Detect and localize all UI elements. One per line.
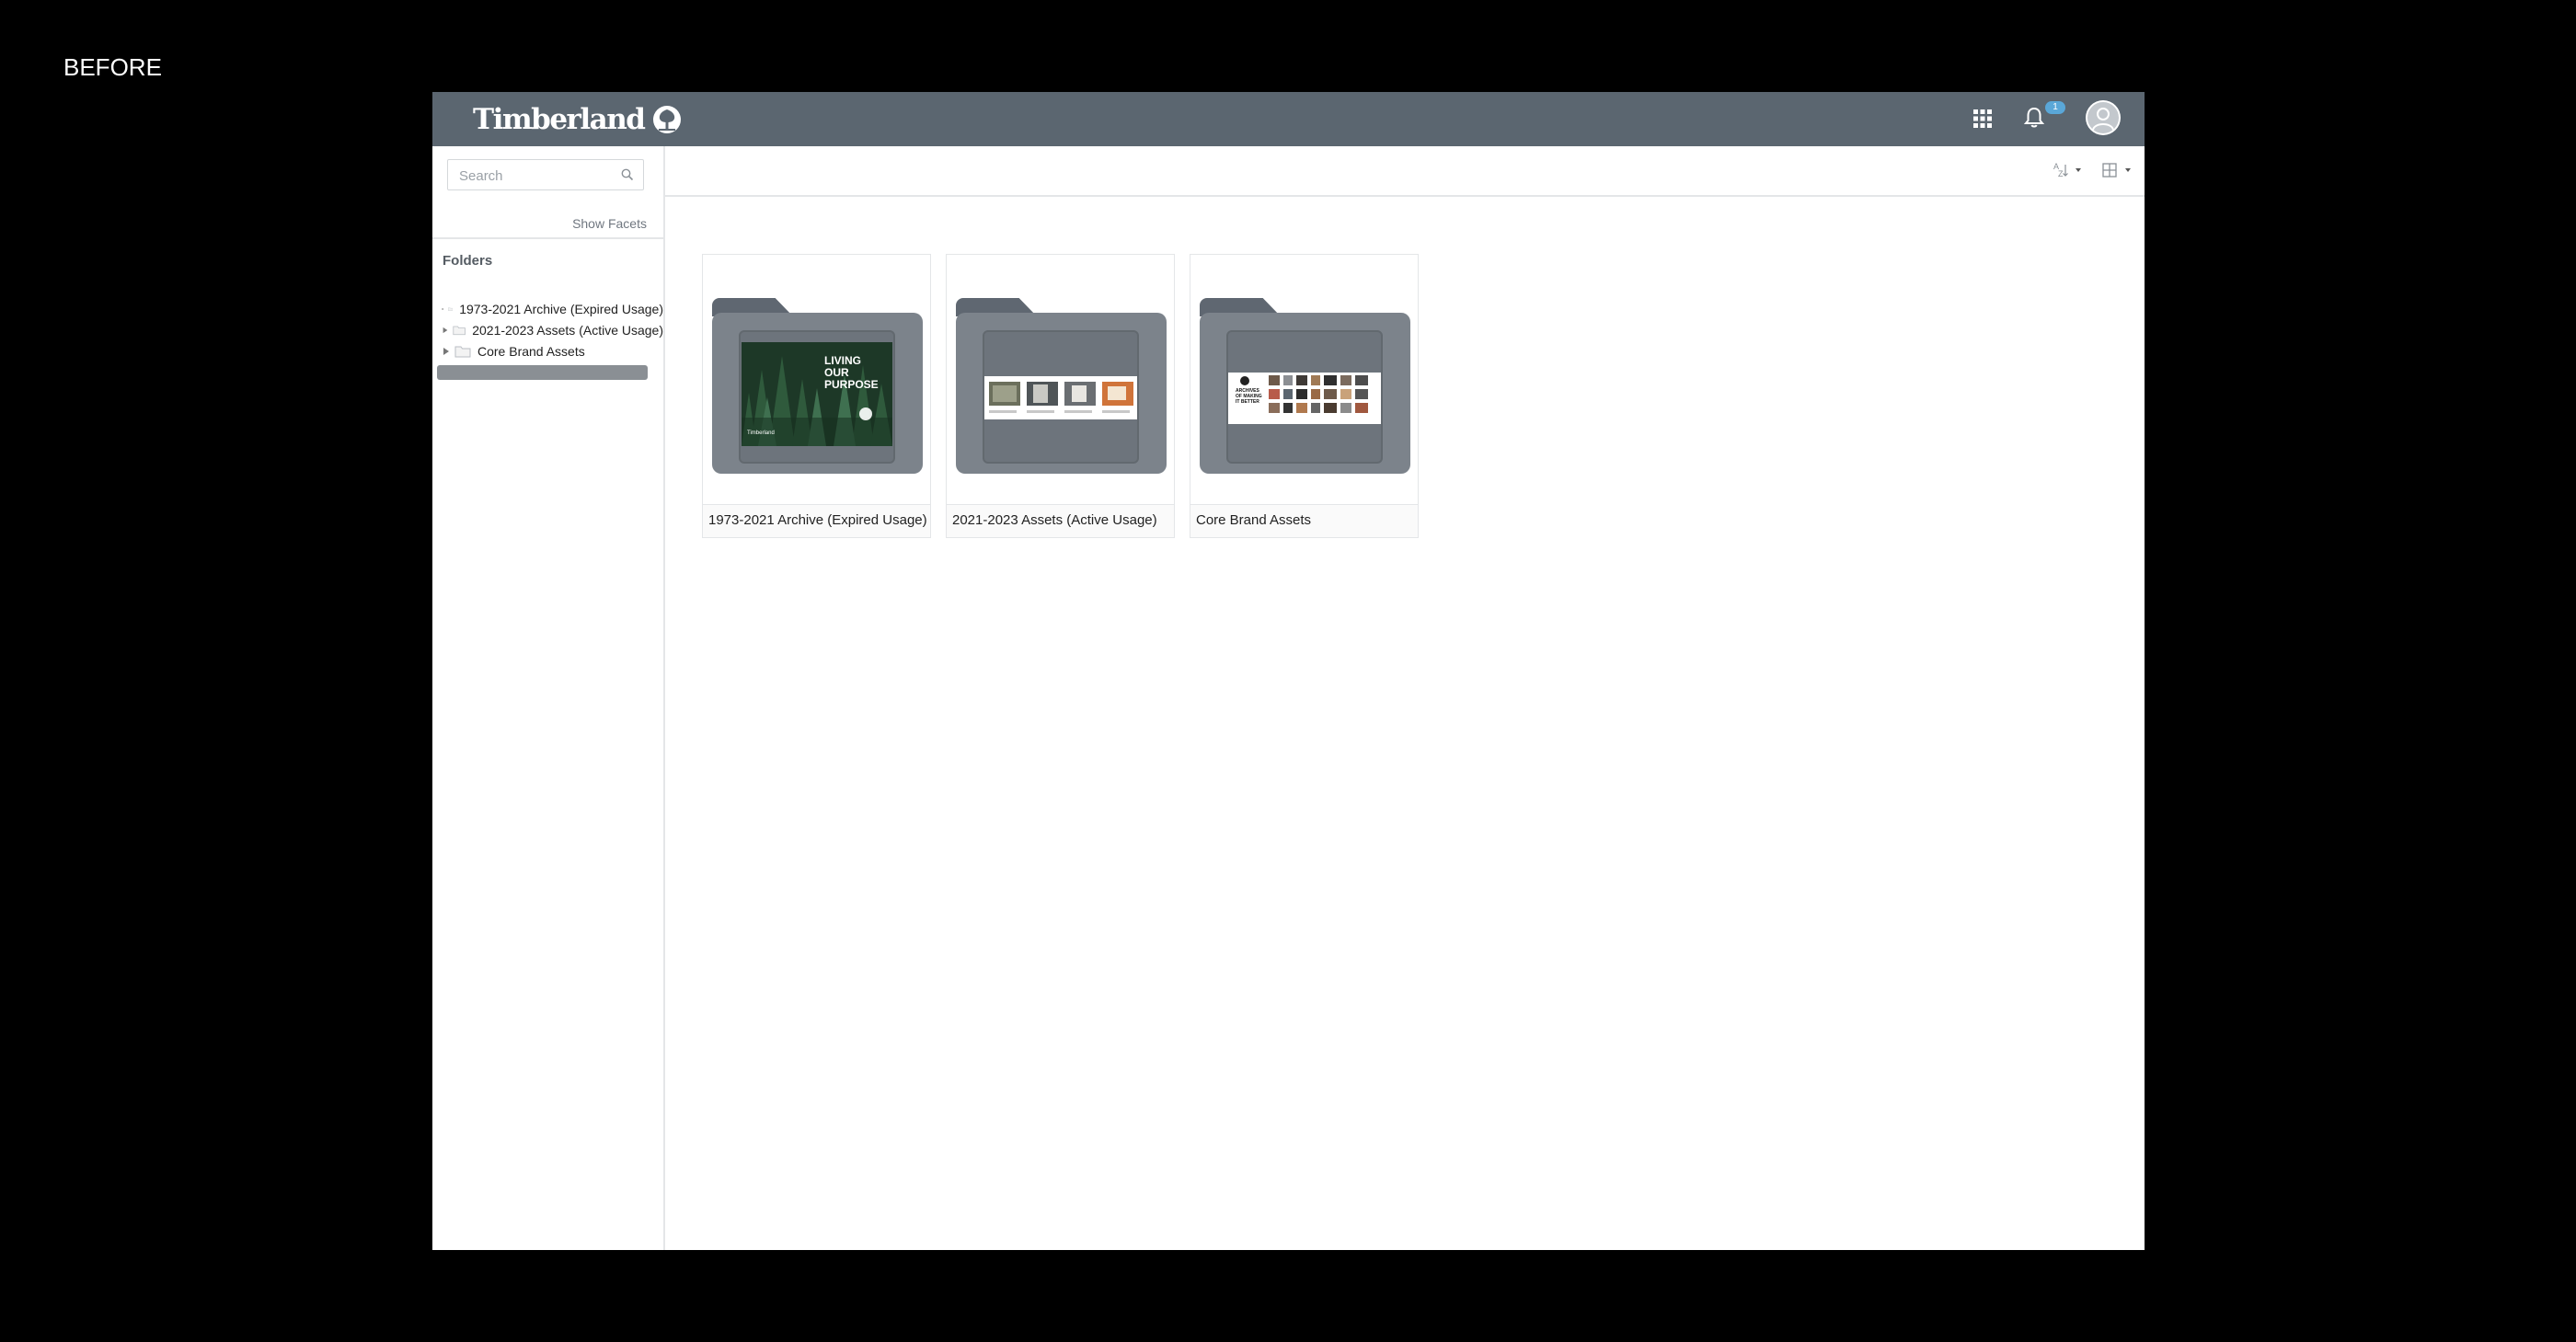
app-window: Timberland 1 Search Show Facets Folders … — [432, 92, 2145, 1250]
folder-card-assets[interactable]: 2021-2023 Assets (Active Usage) — [946, 254, 1175, 538]
folder-thumbnail: LIVING OUR PURPOSE Timberland — [742, 342, 892, 446]
apps-grid-icon[interactable] — [1972, 108, 1994, 130]
folder-icon — [453, 326, 466, 335]
expand-arrow-icon[interactable] — [442, 347, 451, 356]
folder-card-archive[interactable]: LIVING OUR PURPOSE Timberland 1973-2021 … — [702, 254, 931, 538]
sort-az-icon: A Z — [2053, 162, 2081, 178]
folder-thumbnail — [984, 376, 1137, 419]
before-caption: BEFORE — [63, 53, 162, 81]
folder-icon — [448, 306, 454, 311]
notification-bell-icon[interactable] — [2021, 105, 2047, 131]
folder-card-label: 2021-2023 Assets (Active Usage) — [947, 504, 1174, 537]
brand-name: Timberland — [473, 103, 646, 136]
search-icon[interactable] — [621, 168, 634, 181]
folder-body — [956, 313, 1167, 474]
horizontal-scrollbar[interactable] — [437, 365, 648, 380]
folder-body: ARCHIVES OF MAKING IT BETTER — [1200, 313, 1410, 474]
folder-graphic: ARCHIVES OF MAKING IT BETTER — [1200, 298, 1410, 474]
view-mode-button[interactable] — [2100, 159, 2135, 181]
folder-graphic — [956, 298, 1167, 474]
folder-card-label: Core Brand Assets — [1190, 504, 1418, 537]
folder-inner-panel: ARCHIVES OF MAKING IT BETTER — [1226, 330, 1383, 464]
campaign-thumbnails-image — [984, 376, 1137, 419]
thumbnail-brand: Timberland — [747, 430, 775, 436]
show-facets-link[interactable]: Show Facets — [572, 216, 647, 231]
thumbnail-headline: LIVING OUR PURPOSE — [824, 354, 879, 391]
expand-arrow-icon[interactable] — [442, 326, 449, 335]
folder-card-label: 1973-2021 Archive (Expired Usage) — [703, 504, 930, 537]
folder-thumbnail: ARCHIVES OF MAKING IT BETTER — [1228, 373, 1381, 424]
folder-inner-panel — [983, 330, 1139, 464]
sidebar: Show Facets Folders 1973-2021 Archive (E… — [432, 146, 665, 1250]
tree-item-label: 1973-2021 Archive (Expired Usage) — [459, 301, 663, 316]
grid-view-icon — [2102, 163, 2131, 178]
search-input[interactable] — [457, 160, 617, 191]
top-navigation-bar: Timberland 1 — [432, 92, 2145, 146]
folder-inner-panel: LIVING OUR PURPOSE Timberland — [739, 330, 895, 464]
svg-text:Z: Z — [2058, 169, 2064, 178]
tree-item-label: 2021-2023 Assets (Active Usage) — [472, 322, 663, 338]
folder-graphic: LIVING OUR PURPOSE Timberland — [712, 298, 923, 474]
tree-item-label: Core Brand Assets — [477, 343, 585, 359]
search-box — [447, 159, 644, 191]
sort-button[interactable]: A Z — [2051, 159, 2086, 181]
notification-count-badge: 1 — [2045, 101, 2065, 114]
folder-body: LIVING OUR PURPOSE Timberland — [712, 313, 923, 474]
user-avatar[interactable] — [2086, 100, 2121, 135]
folders-heading: Folders — [443, 253, 493, 269]
user-silhouette-icon — [2086, 100, 2121, 135]
tree-item-assets[interactable]: 2021-2023 Assets (Active Usage) — [442, 319, 663, 340]
thumbnail-headline: ARCHIVES OF MAKING IT BETTER — [1236, 388, 1262, 405]
tree-item-archive[interactable]: 1973-2021 Archive (Expired Usage) — [442, 298, 663, 319]
folder-tree: 1973-2021 Archive (Expired Usage) 2021-2… — [442, 298, 663, 361]
tree-logo-icon — [653, 106, 682, 133]
brand-logo[interactable]: Timberland — [473, 101, 683, 138]
expand-arrow-icon[interactable] — [442, 304, 444, 314]
folder-card-core-brand[interactable]: ARCHIVES OF MAKING IT BETTER Core Brand … — [1190, 254, 1419, 538]
folder-icon — [454, 346, 471, 357]
content-toolbar: A Z — [665, 146, 2145, 197]
sidebar-divider — [432, 237, 663, 239]
tree-item-core-brand[interactable]: Core Brand Assets — [442, 340, 663, 361]
